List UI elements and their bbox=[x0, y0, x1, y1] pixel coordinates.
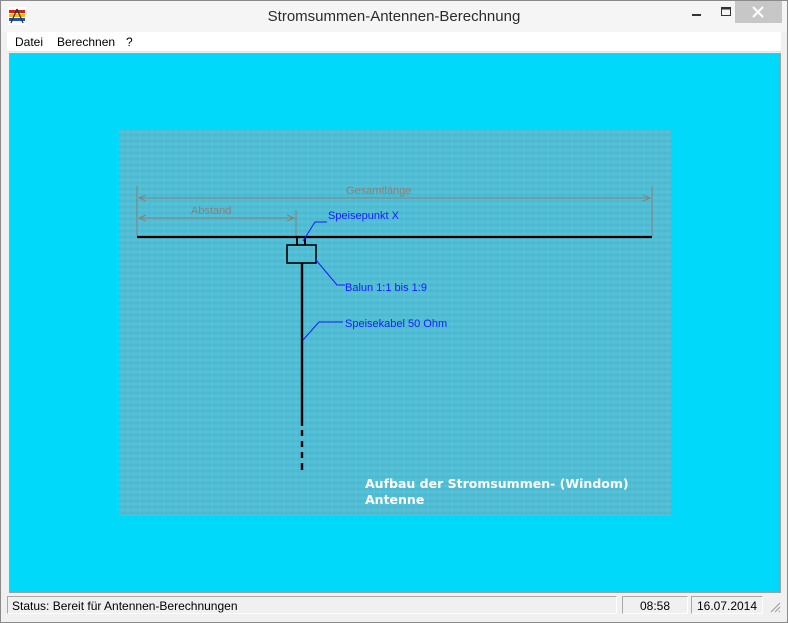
status-time: 08:58 bbox=[622, 596, 688, 614]
speisepunkt-label: Speisepunkt X bbox=[328, 210, 400, 222]
speisekabel-label: Speisekabel 50 Ohm bbox=[345, 318, 447, 330]
balun-label: Balun 1:1 bis 1:9 bbox=[345, 282, 427, 294]
menu-berechnen[interactable]: Berechnen bbox=[57, 35, 115, 49]
abstand-label: Abstand bbox=[191, 205, 231, 217]
title-bar[interactable]: Stromsummen-Antennen-Berechnung bbox=[1, 1, 787, 32]
status-bar: Status: Bereit für Antennen-Berechnungen… bbox=[7, 593, 781, 617]
status-text: Status: Bereit für Antennen-Berechnungen bbox=[7, 596, 617, 614]
menu-datei[interactable]: Datei bbox=[15, 35, 43, 49]
main-client-area: Gesamtlänge Abstand Speisepunkt X Balun … bbox=[9, 53, 781, 593]
diagram-caption-line1: Aufbau der Stromsummen- (Windom) bbox=[365, 476, 629, 491]
menu-help[interactable]: ? bbox=[126, 35, 133, 49]
diagram-caption-line2: Antenne bbox=[365, 492, 424, 507]
window-title: Stromsummen-Antennen-Berechnung bbox=[267, 8, 521, 25]
status-date: 16.07.2014 bbox=[691, 596, 763, 614]
menu-bar: Datei Berechnen ? bbox=[7, 32, 781, 52]
close-button[interactable] bbox=[735, 1, 782, 23]
resize-grip-icon[interactable] bbox=[769, 601, 781, 613]
minimize-button[interactable] bbox=[682, 1, 712, 23]
gesamtlaenge-label: Gesamtlänge bbox=[346, 185, 411, 197]
app-window: Stromsummen-Antennen-Berechnung Datei Be… bbox=[0, 0, 788, 623]
antenna-diagram: Gesamtlänge Abstand Speisepunkt X Balun … bbox=[119, 130, 671, 516]
